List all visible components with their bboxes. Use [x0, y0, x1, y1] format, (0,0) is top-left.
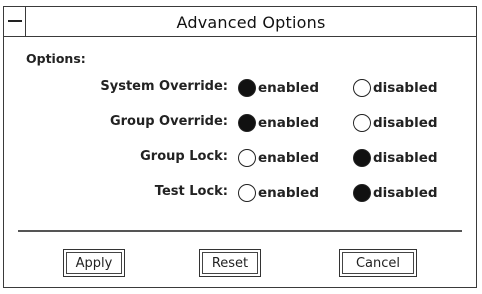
radio-selected-icon — [238, 79, 256, 97]
radio-label: disabled — [373, 150, 438, 166]
option-label: Test Lock: — [154, 184, 228, 199]
advanced-options-window: Advanced Options Options: System Overrid… — [3, 6, 477, 288]
radio-unselected-icon — [353, 79, 371, 97]
radio-label: enabled — [258, 185, 319, 201]
group-override-disabled-radio[interactable]: disabled — [353, 111, 438, 135]
window-title: Advanced Options — [176, 13, 326, 32]
cancel-button-label: Cancel — [342, 252, 414, 274]
option-row-group-lock: Group Lock: enabled disabled — [4, 146, 476, 170]
group-override-enabled-radio[interactable]: enabled — [238, 111, 319, 135]
radio-unselected-icon — [238, 184, 256, 202]
option-label: Group Override: — [109, 114, 228, 129]
option-row-test-lock: Test Lock: enabled disabled — [4, 181, 476, 205]
reset-button[interactable]: Reset — [199, 249, 261, 277]
system-override-disabled-radio[interactable]: disabled — [353, 76, 438, 100]
reset-button-label: Reset — [202, 252, 258, 274]
apply-button-label: Apply — [66, 252, 122, 274]
apply-button[interactable]: Apply — [63, 249, 125, 277]
test-lock-enabled-radio[interactable]: enabled — [238, 181, 319, 205]
cancel-button[interactable]: Cancel — [339, 249, 417, 277]
radio-label: disabled — [373, 185, 438, 201]
option-label: Group Lock: — [140, 149, 228, 164]
radio-label: enabled — [258, 115, 319, 131]
option-row-group-override: Group Override: enabled disabled — [4, 111, 476, 135]
option-label: System Override: — [100, 79, 228, 94]
window-menu-button[interactable] — [4, 7, 26, 36]
window-menu-icon — [8, 20, 22, 22]
radio-label: enabled — [258, 80, 319, 96]
radio-selected-icon — [353, 149, 371, 167]
test-lock-disabled-radio[interactable]: disabled — [353, 181, 438, 205]
radio-selected-icon — [353, 184, 371, 202]
options-section-label: Options: — [26, 51, 86, 66]
system-override-enabled-radio[interactable]: enabled — [238, 76, 319, 100]
radio-label: enabled — [258, 150, 319, 166]
radio-label: disabled — [373, 115, 438, 131]
title-bar: Advanced Options — [4, 7, 476, 37]
group-lock-disabled-radio[interactable]: disabled — [353, 146, 438, 170]
radio-label: disabled — [373, 80, 438, 96]
radio-unselected-icon — [353, 114, 371, 132]
group-lock-enabled-radio[interactable]: enabled — [238, 146, 319, 170]
radio-unselected-icon — [238, 149, 256, 167]
option-row-system-override: System Override: enabled disabled — [4, 76, 476, 100]
separator — [18, 230, 462, 232]
radio-selected-icon — [238, 114, 256, 132]
